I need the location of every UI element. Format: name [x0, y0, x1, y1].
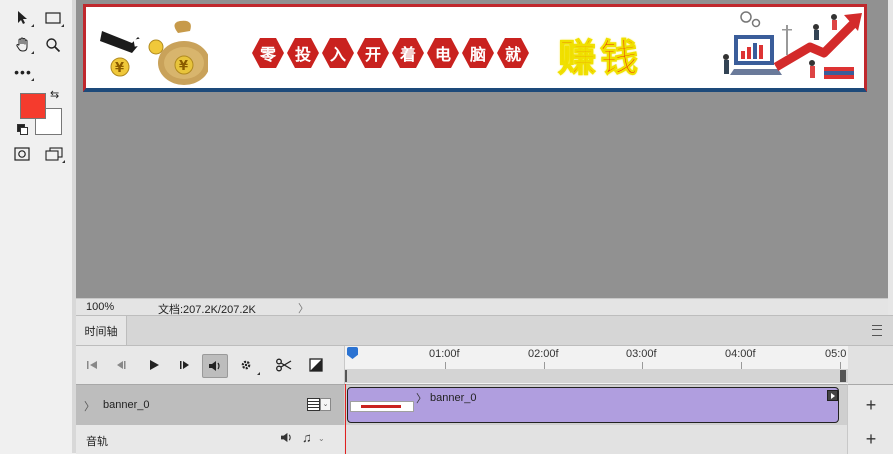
money-bag-hand-icon: ¥ ¥	[100, 20, 208, 85]
timeline-tab-bar: 时间轴	[76, 316, 893, 346]
slogan-hex: 开	[357, 37, 389, 69]
slogan-hex: 脑	[462, 37, 494, 69]
default-colors-icon[interactable]	[17, 124, 28, 135]
clip-options-icon[interactable]	[827, 390, 838, 401]
foreground-color-swatch[interactable]	[20, 93, 46, 119]
clip-label: banner_0	[430, 392, 477, 404]
svg-text:¥: ¥	[179, 59, 188, 74]
screen-mode-icon	[45, 147, 63, 161]
transition-icon	[309, 358, 323, 372]
playback-controls	[76, 346, 344, 384]
previous-frame-button[interactable]	[109, 354, 133, 376]
ruler-label: 02:00f	[528, 348, 559, 360]
audio-mute-icon[interactable]	[280, 432, 293, 446]
slogan-hex: 入	[322, 37, 354, 69]
playhead-line	[345, 384, 346, 454]
growth-chart-people-icon	[723, 11, 862, 79]
clip-thumbnail	[350, 401, 414, 412]
banner-image: ¥ ¥ 零 投 入 开 着 电 脑 就 赚钱	[83, 4, 867, 92]
screen-mode-button[interactable]	[43, 144, 65, 164]
audio-track-name: 音轨	[86, 436, 108, 448]
panel-menu-icon[interactable]	[872, 325, 882, 336]
zoom-tool-button[interactable]	[42, 35, 64, 55]
vertical-scrollbar[interactable]	[888, 0, 893, 315]
music-note-icon[interactable]: ♫	[302, 430, 312, 445]
move-tool-button[interactable]	[12, 8, 34, 28]
work-area-start-handle[interactable]	[345, 370, 347, 382]
time-ruler[interactable]: 01:00f 02:00f 03:00f 04:00f 05:0	[344, 346, 848, 384]
hand-icon	[16, 37, 28, 52]
playhead-handle[interactable]	[347, 347, 358, 359]
add-media-button[interactable]: +	[847, 384, 893, 426]
film-strip-icon[interactable]	[307, 398, 320, 411]
playback-settings-button[interactable]	[234, 354, 260, 376]
svg-text:¥: ¥	[115, 61, 124, 76]
video-track-lane[interactable]: 〉 banner_0	[344, 384, 847, 426]
ruler-label: 01:00f	[429, 348, 460, 360]
timeline-panel: 时间轴 01:00f 02:00f 03:00f 04:00f 05:0 〉 b…	[76, 315, 893, 454]
play-button[interactable]	[142, 354, 166, 376]
slogan-hex: 着	[392, 37, 424, 69]
track-options-dropdown[interactable]: ⌄	[320, 398, 331, 411]
split-at-playhead-button[interactable]	[272, 354, 296, 376]
tools-panel: ••• ⇆	[0, 0, 72, 453]
status-menu-chevron-icon[interactable]: 〉	[298, 300, 309, 316]
quick-mask-icon	[14, 147, 30, 161]
move-arrow-icon	[18, 11, 27, 24]
expand-track-chevron-icon[interactable]: 〉	[84, 398, 95, 414]
slogan-hex: 零	[252, 37, 284, 69]
rectangle-select-icon	[45, 12, 61, 24]
clip-expand-chevron-icon[interactable]: 〉	[416, 390, 427, 406]
hand-tool-button[interactable]	[12, 35, 34, 55]
ruler-label: 03:00f	[626, 348, 657, 360]
audio-track-header[interactable]: 音轨 ♫ ⌄	[76, 425, 344, 454]
audio-track-lane[interactable]	[344, 425, 847, 454]
slogan-hex: 电	[427, 37, 459, 69]
ruler-label: 05:0	[825, 348, 847, 360]
slogan-hex: 投	[287, 37, 319, 69]
track-header[interactable]: 〉 banner_0 ⌄	[76, 384, 344, 426]
more-tools-button[interactable]: •••	[12, 62, 34, 82]
select-tool-button[interactable]	[42, 8, 64, 28]
add-audio-button[interactable]: +	[847, 425, 893, 454]
audio-options-chevron-icon[interactable]: ⌄	[318, 434, 325, 443]
gear-icon	[241, 360, 251, 370]
zoom-level[interactable]: 100%	[86, 301, 114, 313]
next-frame-button[interactable]	[173, 354, 197, 376]
tab-timeline[interactable]: 时间轴	[76, 316, 127, 345]
speaker-icon	[209, 361, 220, 371]
step-forward-icon	[180, 361, 189, 369]
step-back-icon	[117, 361, 126, 369]
transition-button[interactable]	[304, 354, 328, 376]
play-icon	[150, 360, 159, 370]
quick-mask-button[interactable]	[11, 144, 33, 164]
go-to-first-frame-button[interactable]	[80, 354, 104, 376]
slogan-hex: 就	[497, 37, 529, 69]
status-bar: 100% 文档:207.2K/207.2K 〉	[76, 298, 888, 316]
skip-start-icon	[87, 361, 97, 369]
slogan-hexagons: 零 投 入 开 着 电 脑 就	[252, 37, 529, 69]
video-clip[interactable]: 〉 banner_0	[347, 387, 839, 423]
work-area-bar[interactable]	[345, 369, 848, 383]
track-name: banner_0	[103, 399, 150, 411]
work-area-end-handle[interactable]	[840, 370, 846, 382]
mute-audio-button[interactable]	[202, 354, 228, 378]
swap-colors-icon[interactable]: ⇆	[50, 88, 59, 101]
magnifier-icon	[46, 38, 61, 53]
ruler-label: 04:00f	[725, 348, 756, 360]
ellipsis-icon: •••	[14, 64, 32, 80]
slogan-highlight: 赚钱	[557, 36, 643, 81]
scissors-icon	[276, 358, 292, 372]
